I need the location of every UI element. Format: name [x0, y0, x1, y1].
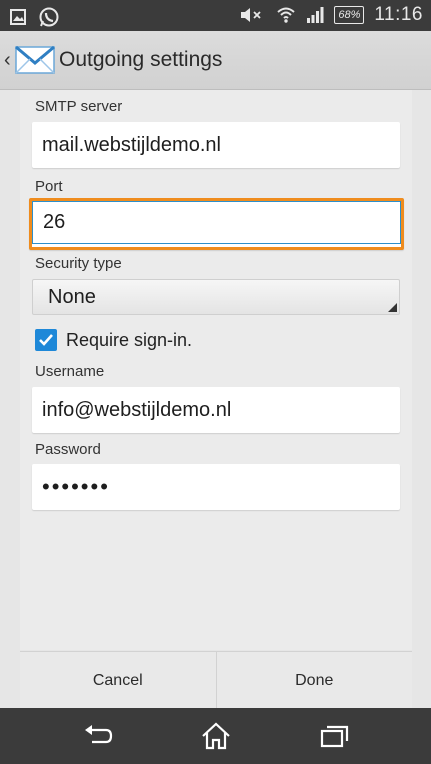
done-button[interactable]: Done: [217, 652, 413, 710]
up-navigation-chevron-icon[interactable]: ‹: [4, 49, 11, 72]
image-icon: [10, 9, 26, 25]
security-type-select[interactable]: None: [32, 279, 400, 315]
username-field[interactable]: info@webstijldemo.nl: [32, 387, 400, 433]
page-title: Outgoing settings: [59, 48, 223, 71]
status-bar: 68% 11:16: [0, 0, 431, 31]
navigation-bar: [0, 708, 431, 764]
action-bar: ‹ Outgoing settings: [0, 31, 431, 90]
username-label: Username: [35, 363, 105, 380]
dropdown-corner-icon: [388, 303, 397, 312]
mute-icon: [241, 8, 261, 22]
require-signin-row[interactable]: Require sign-in.: [35, 329, 192, 351]
port-label: Port: [35, 178, 63, 195]
password-label: Password: [35, 441, 101, 458]
settings-form: SMTP server mail.webstijldemo.nl Port 26…: [20, 90, 412, 650]
smtp-server-field[interactable]: mail.webstijldemo.nl: [32, 122, 400, 168]
checkmark-icon: [39, 334, 53, 346]
require-signin-checkbox[interactable]: [35, 329, 57, 351]
security-type-value: None: [48, 286, 96, 308]
whatsapp-icon: [39, 7, 59, 27]
status-time: 11:16: [374, 4, 423, 25]
button-bar: Cancel Done: [20, 651, 412, 710]
recent-apps-icon[interactable]: [320, 724, 350, 748]
port-field-value: 26: [32, 201, 401, 244]
mail-icon[interactable]: [15, 46, 55, 74]
password-field[interactable]: •••••••: [32, 464, 400, 510]
cancel-button[interactable]: Cancel: [20, 652, 216, 710]
security-type-label: Security type: [35, 255, 122, 272]
require-signin-label: Require sign-in.: [66, 329, 193, 350]
back-icon[interactable]: [84, 724, 114, 748]
battery-icon: 68%: [334, 6, 365, 24]
port-field[interactable]: 26: [29, 198, 404, 250]
smtp-server-label: SMTP server: [35, 98, 123, 115]
signal-icon: [307, 7, 324, 23]
wifi-icon: [277, 7, 295, 23]
home-icon[interactable]: [200, 721, 232, 751]
